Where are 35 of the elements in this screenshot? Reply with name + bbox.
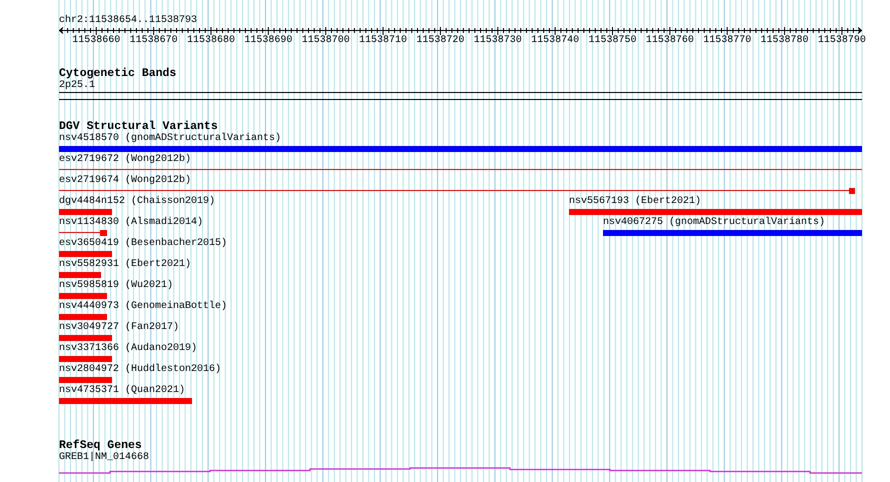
variant-label: nsv3371366 (Audano2019) [59,343,198,355]
variant-label: nsv4067275 (gnomADStructuralVariants) [603,217,826,229]
position-label: chr2:11538654..11538793 [59,14,198,27]
gene-label: GREB1|NM_014668 [59,452,150,464]
tick-label: 11538770 [703,35,752,47]
band-label: 2p25.1 [59,80,96,92]
tick-label: 11538660 [72,35,120,47]
variant-label: nsv5582931 (Ebert2021) [59,259,192,271]
tick-label: 11538690 [244,35,292,47]
tick-label: 11538720 [416,35,464,47]
variant-label: nsv4440973 (GenomeinaBottle) [59,301,228,313]
tick-label: 11538790 [818,35,866,47]
variant-label: dgv4484n152 (Chaisson2019) [59,196,216,208]
variant-label: nsv5567193 (Ebert2021) [569,196,702,208]
tick-label: 11538750 [588,35,636,47]
track-title: RefSeq Genes [59,440,142,452]
variant-label: nsv4735371 (Quan2021) [59,385,186,397]
variant-label: nsv2804972 (Huddleston2016) [59,364,222,376]
track-title: Cytogenetic Bands [59,68,178,80]
tick-label: 11538730 [474,35,522,47]
variant-label: esv3650419 (Besenbacher2015) [59,238,228,250]
variant-label: esv2719674 (Wong2012b) [59,175,192,187]
tick-label: 11538760 [646,35,694,47]
tick-label: 11538780 [760,35,809,47]
variant-label: nsv4518570 (gnomADStructuralVariants) [59,133,282,145]
track-title: DGV Structural Variants [59,121,218,133]
tick-label: 11538710 [359,35,408,47]
variant-label: nsv3049727 (Fan2017) [59,322,180,334]
tick-label: 11538740 [531,35,580,47]
tick-label: 11538680 [186,35,235,47]
variant-label: esv2719672 (Wong2012b) [59,154,192,166]
variant-label: nsv5985819 (Wu2021) [59,280,174,292]
variant-label: nsv1134830 (Alsmadi2014) [59,217,204,229]
tick-label: 11538700 [302,35,350,47]
tick-label: 11538670 [130,35,178,47]
